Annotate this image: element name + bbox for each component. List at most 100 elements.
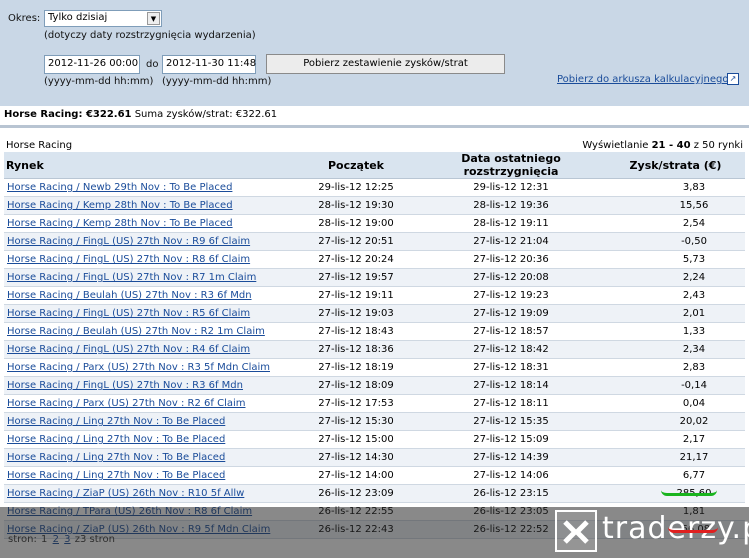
- date-from-format-hint: (yyyy-mm-dd hh:mm): [44, 76, 154, 87]
- market-link[interactable]: Horse Racing / FingL (US) 27th Nov : R9 …: [7, 236, 250, 247]
- fetch-report-button[interactable]: Pobierz zestawienie zysków/strat: [266, 54, 505, 74]
- profit-loss-cell: -0,50: [606, 232, 745, 251]
- market-cell: Horse Racing / FingL (US) 27th Nov : R3 …: [4, 376, 296, 395]
- market-cell: Horse Racing / FingL (US) 27th Nov : R8 …: [4, 250, 296, 269]
- market-link[interactable]: Horse Racing / Parx (US) 27th Nov : R2 6…: [7, 398, 246, 409]
- profit-loss-cell: 2,34: [606, 340, 745, 359]
- external-link-icon[interactable]: ↗: [727, 73, 739, 85]
- column-header-settled[interactable]: Data ostatniego rozstrzygnięcia: [416, 152, 606, 179]
- settled-cell: 27-lis-12 19:23: [416, 286, 606, 305]
- market-cell: Horse Racing / Ling 27th Nov : To Be Pla…: [4, 466, 296, 485]
- table-row: Horse Racing / Kemp 28th Nov : To Be Pla…: [4, 196, 745, 215]
- table-row: Horse Racing / Beulah (US) 27th Nov : R2…: [4, 322, 745, 341]
- profit-loss-cell: 2,83: [606, 358, 745, 377]
- start-cell: 26-lis-12 22:43: [296, 520, 416, 539]
- table-row: Horse Racing / FingL (US) 27th Nov : R4 …: [4, 340, 745, 359]
- settled-cell: 27-lis-12 20:36: [416, 250, 606, 269]
- pager-page-2[interactable]: 2: [53, 534, 59, 545]
- column-header-start[interactable]: Początek: [296, 152, 416, 179]
- start-cell: 27-lis-12 19:03: [296, 304, 416, 323]
- profit-loss-cell: 1,33: [606, 322, 745, 341]
- table-row: Horse Racing / Kemp 28th Nov : To Be Pla…: [4, 214, 745, 233]
- results-table: Rynek Początek Data ostatniego rozstrzyg…: [4, 152, 745, 539]
- market-cell: Horse Racing / FingL (US) 27th Nov : R5 …: [4, 304, 296, 323]
- pager-pages: 1 2 3: [40, 534, 75, 545]
- market-cell: Horse Racing / FingL (US) 27th Nov : R7 …: [4, 268, 296, 287]
- profit-loss-cell: 2,01: [606, 304, 745, 323]
- market-link[interactable]: Horse Racing / Ling 27th Nov : To Be Pla…: [7, 434, 225, 445]
- settled-cell: 27-lis-12 20:08: [416, 268, 606, 287]
- market-link[interactable]: Horse Racing / Newb 29th Nov : To Be Pla…: [7, 182, 232, 193]
- market-link[interactable]: Horse Racing / ZiaP (US) 26th Nov : R10 …: [7, 488, 244, 499]
- table-row: Horse Racing / Ling 27th Nov : To Be Pla…: [4, 430, 745, 449]
- table-row: Horse Racing / Parx (US) 27th Nov : R2 6…: [4, 394, 745, 413]
- market-link[interactable]: Horse Racing / FingL (US) 27th Nov : R3 …: [7, 380, 243, 391]
- market-link[interactable]: Horse Racing / Parx (US) 27th Nov : R3 5…: [7, 362, 270, 373]
- market-link[interactable]: Horse Racing / Ling 27th Nov : To Be Pla…: [7, 452, 225, 463]
- date-to-format-hint: (yyyy-mm-dd hh:mm): [162, 76, 272, 87]
- sum-label: Suma zysków/strat:: [134, 109, 233, 120]
- market-cell: Horse Racing / Ling 27th Nov : To Be Pla…: [4, 430, 296, 449]
- settled-cell: 27-lis-12 18:31: [416, 358, 606, 377]
- market-link[interactable]: Horse Racing / FingL (US) 27th Nov : R5 …: [7, 308, 250, 319]
- date-to-input[interactable]: 2012-11-30 11:48: [162, 55, 256, 74]
- pager-page-3[interactable]: 3: [64, 534, 70, 545]
- category-total: Horse Racing: €322.61: [4, 109, 132, 120]
- market-cell: Horse Racing / Ling 27th Nov : To Be Pla…: [4, 412, 296, 431]
- start-cell: 27-lis-12 17:53: [296, 394, 416, 413]
- market-cell: Horse Racing / Parx (US) 27th Nov : R3 5…: [4, 358, 296, 377]
- settled-cell: 27-lis-12 14:06: [416, 466, 606, 485]
- start-cell: 27-lis-12 18:43: [296, 322, 416, 341]
- pager-page-1[interactable]: 1: [41, 534, 47, 545]
- market-link[interactable]: Horse Racing / FingL (US) 27th Nov : R4 …: [7, 344, 250, 355]
- market-link[interactable]: Horse Racing / Kemp 28th Nov : To Be Pla…: [7, 200, 233, 211]
- column-header-market[interactable]: Rynek: [4, 152, 296, 179]
- market-link[interactable]: Horse Racing / FingL (US) 27th Nov : R8 …: [7, 254, 250, 265]
- market-link[interactable]: Horse Racing / Beulah (US) 27th Nov : R3…: [7, 290, 252, 301]
- profit-loss-cell: 15,56: [606, 196, 745, 215]
- column-header-profit-loss[interactable]: Zysk/strata (€): [606, 152, 745, 179]
- start-cell: 27-lis-12 18:19: [296, 358, 416, 377]
- profit-loss-cell: 20,02: [606, 412, 745, 431]
- profit-loss-cell: 21,17: [606, 448, 745, 467]
- table-row: Horse Racing / FingL (US) 27th Nov : R3 …: [4, 376, 745, 395]
- market-link[interactable]: Horse Racing / Kemp 28th Nov : To Be Pla…: [7, 218, 233, 229]
- profit-loss-cell: 2,24: [606, 268, 745, 287]
- table-row: Horse Racing / Newb 29th Nov : To Be Pla…: [4, 178, 745, 197]
- start-cell: 27-lis-12 18:36: [296, 340, 416, 359]
- pager-total: z3 stron: [74, 534, 116, 545]
- market-link[interactable]: Horse Racing / Ling 27th Nov : To Be Pla…: [7, 470, 225, 481]
- period-select[interactable]: Tylko dzisiaj ▼: [44, 10, 162, 27]
- settled-cell: 26-lis-12 23:15: [416, 484, 606, 503]
- table-row: Horse Racing / ZiaP (US) 26th Nov : R10 …: [4, 484, 745, 503]
- settled-cell: 27-lis-12 14:39: [416, 448, 606, 467]
- highlight-underline-green: [661, 490, 717, 496]
- table-row: Horse Racing / Ling 27th Nov : To Be Pla…: [4, 448, 745, 467]
- date-from-input[interactable]: 2012-11-26 00:00: [44, 55, 140, 74]
- start-cell: 26-lis-12 22:55: [296, 502, 416, 521]
- settled-cell: 27-lis-12 18:11: [416, 394, 606, 413]
- section-title: Horse Racing: [6, 140, 73, 151]
- chevron-down-icon[interactable]: ▼: [147, 12, 160, 25]
- market-link[interactable]: Horse Racing / FingL (US) 27th Nov : R7 …: [7, 272, 256, 283]
- settled-cell: 27-lis-12 18:57: [416, 322, 606, 341]
- table-row: Horse Racing / FingL (US) 27th Nov : R5 …: [4, 304, 745, 323]
- market-link[interactable]: Horse Racing / TPara (US) 26th Nov : R8 …: [7, 506, 252, 517]
- start-cell: 27-lis-12 15:30: [296, 412, 416, 431]
- start-cell: 29-lis-12 12:25: [296, 178, 416, 197]
- market-link[interactable]: Horse Racing / Beulah (US) 27th Nov : R2…: [7, 326, 265, 337]
- date-to-label: do: [146, 59, 159, 70]
- market-link[interactable]: Horse Racing / Ling 27th Nov : To Be Pla…: [7, 416, 225, 427]
- market-cell: Horse Racing / Beulah (US) 27th Nov : R3…: [4, 286, 296, 305]
- divider: [0, 125, 749, 128]
- table-row: Horse Racing / Parx (US) 27th Nov : R3 5…: [4, 358, 745, 377]
- spreadsheet-download-link[interactable]: Pobierz do arkusza kalkulacyjnego: [557, 74, 728, 85]
- market-cell: Horse Racing / Kemp 28th Nov : To Be Pla…: [4, 196, 296, 215]
- profit-loss-cell: 2,43: [606, 286, 745, 305]
- results-count: Wyświetlanie 21 - 40 z 50 rynki: [582, 140, 743, 151]
- settled-cell: 28-lis-12 19:11: [416, 214, 606, 233]
- settled-cell: 28-lis-12 19:36: [416, 196, 606, 215]
- settled-cell: 27-lis-12 21:04: [416, 232, 606, 251]
- start-cell: 27-lis-12 20:51: [296, 232, 416, 251]
- table-row: Horse Racing / FingL (US) 27th Nov : R9 …: [4, 232, 745, 251]
